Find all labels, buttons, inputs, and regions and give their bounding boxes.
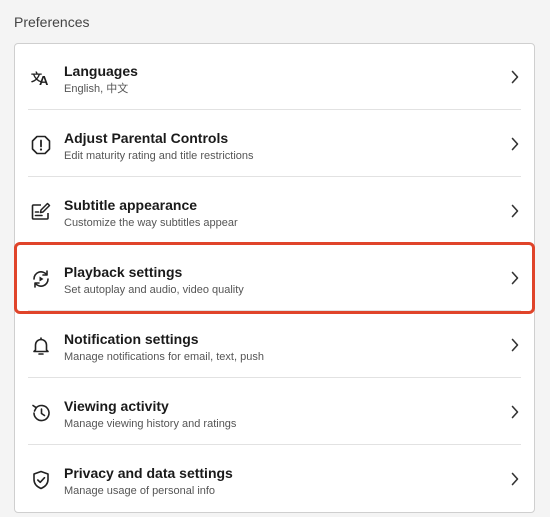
translate-icon: 文 A (30, 67, 52, 89)
preference-item-title: Languages (64, 63, 138, 79)
preference-item-title: Notification settings (64, 331, 199, 347)
preference-item-title: Privacy and data settings (64, 465, 233, 481)
row-divider (28, 377, 521, 378)
preference-item-title: Subtitle appearance (64, 197, 198, 213)
preference-item-subtitle: Set autoplay and audio, video quality (64, 284, 244, 296)
chevron-right-icon (508, 404, 522, 420)
row-divider (28, 310, 521, 311)
alert-octagon-icon (30, 134, 52, 156)
preference-item-subtitle-appearance[interactable]: Subtitle appearance Customize the way su… (15, 178, 534, 244)
preference-item-parental-controls[interactable]: Adjust Parental Controls Edit maturity r… (15, 111, 534, 177)
row-divider (28, 444, 521, 445)
chevron-right-icon (508, 337, 522, 353)
preference-item-title: Viewing activity (64, 398, 169, 414)
history-icon (30, 402, 52, 424)
chevron-right-icon (508, 69, 522, 85)
svg-text:A: A (39, 73, 49, 88)
row-divider (28, 176, 521, 177)
playback-cycle-icon (30, 268, 52, 290)
preference-item-subtitle: Customize the way subtitles appear (64, 217, 238, 229)
preference-item-privacy-settings[interactable]: Privacy and data settings Manage usage o… (15, 446, 534, 512)
row-divider (28, 109, 521, 110)
preference-item-subtitle: Edit maturity rating and title restricti… (64, 150, 254, 162)
preference-item-subtitle: English, 中文 (64, 83, 129, 95)
section-title: Preferences (14, 14, 90, 30)
row-divider (28, 243, 521, 244)
shield-check-icon (30, 469, 52, 491)
preference-item-subtitle: Manage viewing history and ratings (64, 418, 237, 430)
preference-item-title: Playback settings (64, 264, 183, 280)
preference-item-subtitle: Manage notifications for email, text, pu… (64, 351, 264, 363)
preference-item-subtitle: Manage usage of personal info (64, 485, 216, 497)
preference-item-playback-settings[interactable]: Playback settings Set autoplay and audio… (15, 245, 534, 311)
preferences-card: 文 A Languages English, 中文 Adjust Parenta… (14, 43, 535, 513)
bell-icon (30, 335, 52, 357)
chevron-right-icon (508, 136, 522, 152)
chevron-right-icon (508, 203, 522, 219)
subtitle-edit-icon (30, 201, 52, 223)
preference-item-viewing-activity[interactable]: Viewing activity Manage viewing history … (15, 379, 534, 445)
preference-item-title: Adjust Parental Controls (64, 130, 229, 146)
preference-item-languages[interactable]: 文 A Languages English, 中文 (15, 44, 534, 110)
chevron-right-icon (508, 270, 522, 286)
chevron-right-icon (508, 471, 522, 487)
preference-item-notification-settings[interactable]: Notification settings Manage notificatio… (15, 312, 534, 378)
